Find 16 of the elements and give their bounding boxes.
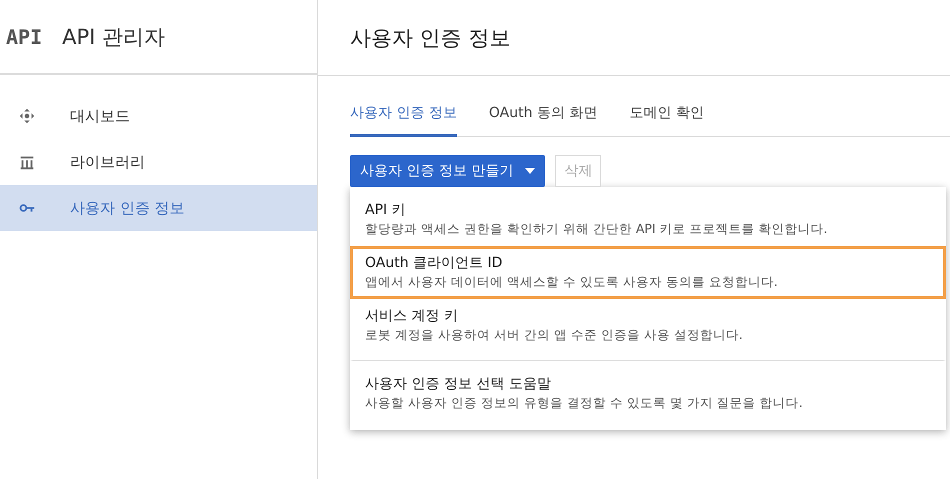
sidebar-item[interactable]: 사용자 인증 정보 [0, 185, 317, 231]
sidebar-item[interactable]: 대시보드 [0, 93, 317, 139]
tab[interactable]: OAuth 동의 화면 [488, 94, 598, 137]
api-logo: API [6, 24, 42, 48]
menu-item[interactable]: 사용자 인증 정보 선택 도움말 사용할 사용자 인증 정보의 유형을 결정할 수 있도록 몇 가지 질문을 합니다. [350, 360, 946, 420]
sidebar-item[interactable]: 라이브러리 [0, 139, 317, 185]
menu-item[interactable]: 서비스 계정 키 로봇 계정을 사용하여 서버 간의 앱 수준 인증을 사용 설정합니다. [350, 299, 946, 352]
dashboard-icon [18, 107, 36, 125]
page-title: 사용자 인증 정보 [350, 24, 510, 52]
tab[interactable]: 사용자 인증 정보 [350, 94, 457, 137]
caret-icon [525, 168, 536, 174]
create-credentials-button[interactable]: 사용자 인증 정보 만들기 [350, 155, 546, 187]
menu-item[interactable]: OAuth 클라이언트 ID 앱에서 사용자 데이터에 액세스할 수 있도록 사용자 동의를 요청합니다. [350, 246, 946, 299]
tab[interactable]: 도메인 확인 [629, 94, 704, 137]
menu-item[interactable]: API 키 할당량과 액세스 권한을 확인하기 위해 간단한 API 키로 프로젝트를 확인합니다. [350, 193, 946, 246]
app-title: API 관리자 [62, 24, 166, 50]
